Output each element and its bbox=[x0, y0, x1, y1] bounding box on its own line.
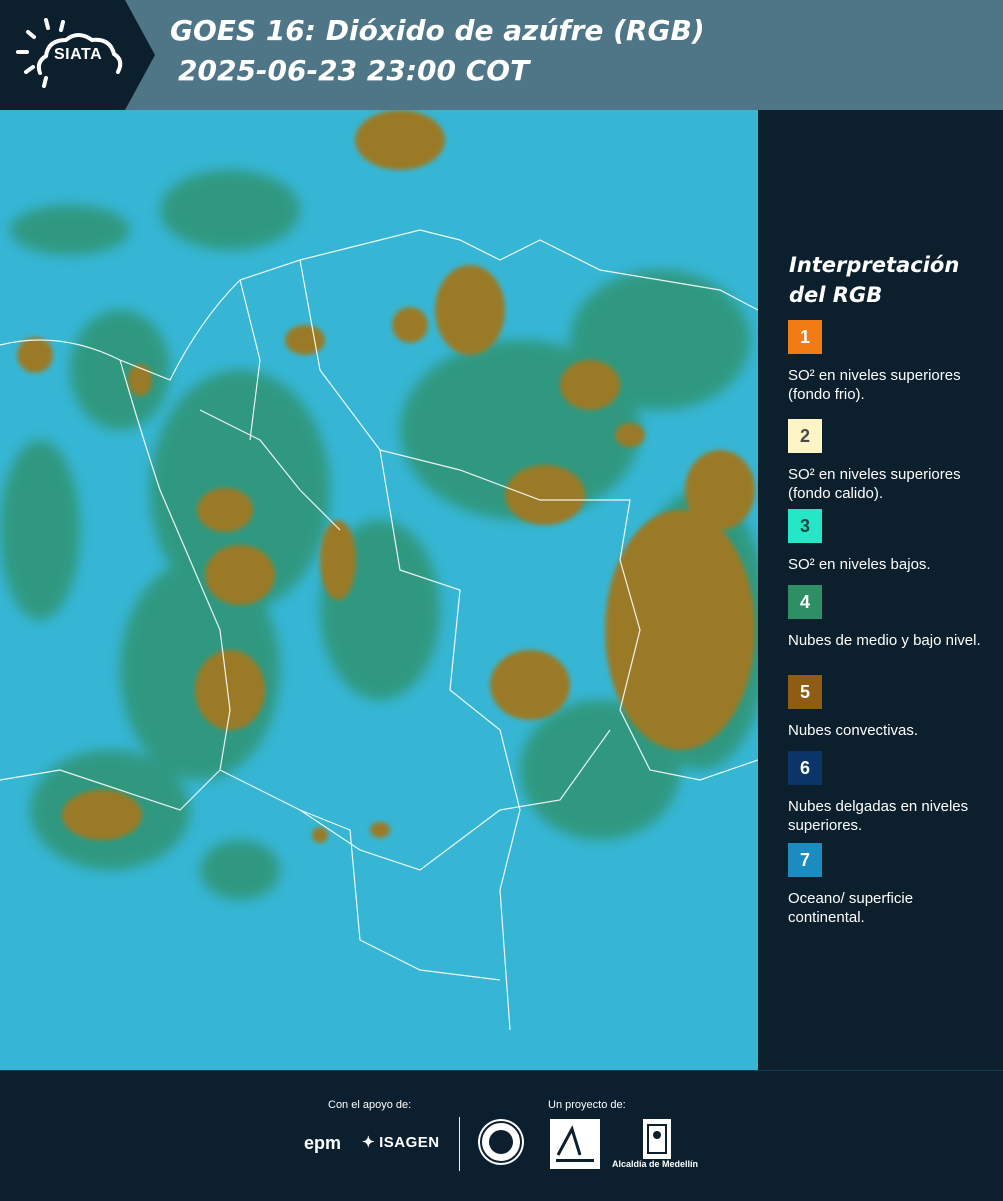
page-timestamp: 2025-06-23 23:00 COT bbox=[178, 54, 530, 87]
legend-number: 2 bbox=[799, 425, 810, 446]
legend-swatch: 5 bbox=[788, 675, 822, 709]
legend-label: SO² en niveles superiores (fondo frio). bbox=[788, 367, 961, 403]
epm-logo: epm bbox=[304, 1133, 342, 1153]
siata-logo-text: SIATA bbox=[54, 46, 103, 63]
medellin-seal-icon bbox=[478, 1119, 524, 1165]
legend-label: Oceano/ superficie continental. bbox=[788, 890, 914, 926]
legend-swatch: 7 bbox=[788, 843, 822, 877]
legend-item: 4 Nubes de medio y bajo nivel. bbox=[788, 585, 993, 650]
footer-divider bbox=[459, 1117, 460, 1171]
footer: Con el apoyo de: Un proyecto de: epm ✦ I… bbox=[0, 1070, 1003, 1201]
legend-swatch: 1 bbox=[788, 320, 822, 354]
legend-title: Interpretación del RGB bbox=[789, 253, 960, 307]
legend-number: 6 bbox=[799, 757, 810, 778]
legend-swatch: 3 bbox=[788, 509, 822, 543]
project-label: Un proyecto de: bbox=[548, 1099, 626, 1111]
satellite-imagery bbox=[0, 110, 758, 1070]
legend-swatch: 4 bbox=[788, 585, 822, 619]
legend-number: 4 bbox=[799, 591, 810, 612]
legend-item: 1 SO² en niveles superiores (fondo frio)… bbox=[788, 320, 993, 404]
legend-swatch: 2 bbox=[788, 419, 822, 453]
support-label: Con el apoyo de: bbox=[328, 1099, 412, 1111]
alcaldia-shield-icon bbox=[643, 1119, 671, 1159]
legend-number: 5 bbox=[799, 681, 810, 702]
legend-item: 6 Nubes delgadas en niveles superiores. bbox=[788, 751, 993, 835]
legend-swatch: 6 bbox=[788, 751, 822, 785]
legend-item: 3 SO² en niveles bajos. bbox=[788, 509, 993, 574]
isagen-logo-text: ISAGEN bbox=[379, 1133, 440, 1151]
legend-item: 5 Nubes convectivas. bbox=[788, 675, 993, 740]
legend-number: 1 bbox=[799, 326, 810, 347]
legend-label: Nubes de medio y bajo nivel. bbox=[788, 632, 981, 649]
legend-item: 2 SO² en niveles superiores (fondo calid… bbox=[788, 419, 993, 502]
header: SIATA GOES 16: Dióxido de azúfre (RGB) 2… bbox=[0, 0, 1003, 110]
legend-number: 3 bbox=[799, 515, 810, 536]
legend-label: Nubes delgadas en niveles superiores. bbox=[788, 798, 969, 834]
legend-label: SO² en niveles superiores (fondo calido)… bbox=[788, 466, 961, 502]
legend-panel: Interpretación del RGB 1 SO² en niveles … bbox=[760, 110, 1003, 1070]
legend-number: 7 bbox=[799, 849, 810, 870]
legend-item: 7 Oceano/ superficie continental. bbox=[788, 843, 993, 927]
page-title: GOES 16: Dióxido de azúfre (RGB) bbox=[170, 14, 705, 47]
isagen-icon: ✦ bbox=[362, 1134, 376, 1151]
siata-logo: SIATA bbox=[0, 0, 155, 110]
legend-label: SO² en niveles bajos. bbox=[788, 556, 931, 573]
alcaldia-logo-text: Alcaldía de Medellín bbox=[612, 1159, 699, 1169]
isagen-logo: ✦ ISAGEN bbox=[362, 1133, 440, 1152]
legend-label: Nubes convectivas. bbox=[788, 722, 919, 739]
area-metropolitana-logo bbox=[550, 1119, 600, 1169]
satellite-map bbox=[0, 110, 758, 1070]
